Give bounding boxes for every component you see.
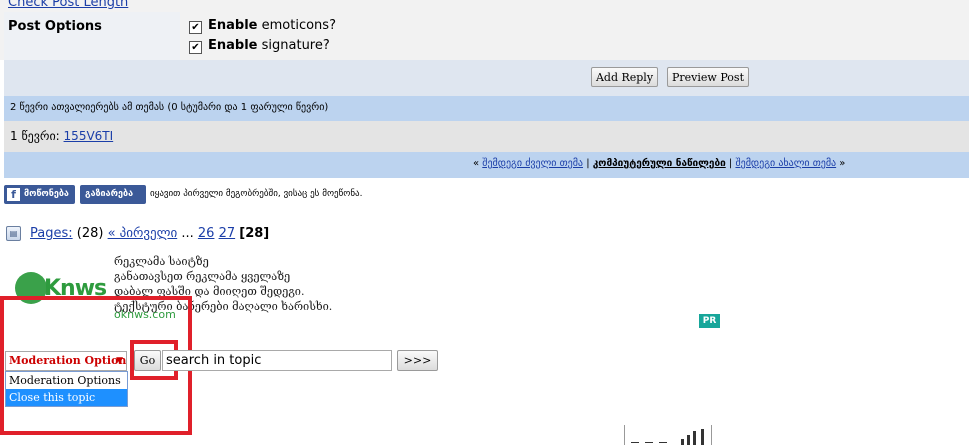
pages-ellipsis: ... xyxy=(181,226,194,241)
nav-sep-1: | xyxy=(583,158,593,169)
nav-close: » xyxy=(836,158,846,169)
facebook-like-text: იყავით პირველი მეგობრებში, ვისაც ეს მოეწ… xyxy=(150,189,363,199)
counter-dash xyxy=(645,442,653,443)
pages-link[interactable]: Pages: xyxy=(30,226,73,241)
readers-text: 2 წევრი ათვალიერებს ამ თემას (0 სტუმარი … xyxy=(10,102,329,113)
check-post-length-link[interactable]: Check Post Length xyxy=(8,0,128,10)
nav-sep-2: | xyxy=(725,158,736,169)
signature-checkbox[interactable]: ✔ xyxy=(189,41,202,54)
counter-bar xyxy=(701,429,704,445)
forum-category-link[interactable]: კომპიუტერული ნაწილები xyxy=(593,158,726,169)
counter-bar xyxy=(687,435,690,445)
members-row xyxy=(4,121,969,152)
enable-emoticons-text: emoticons? xyxy=(257,18,336,33)
enable-emoticons-bold: Enable xyxy=(208,18,258,33)
counter-dash xyxy=(659,442,667,443)
counter-widget[interactable] xyxy=(624,425,712,445)
chevron-down-icon: ▼ xyxy=(116,356,123,366)
moderation-select[interactable]: Moderation Option ▼ xyxy=(5,351,127,371)
add-reply-button[interactable]: Add Reply xyxy=(591,67,658,87)
pagination: Pages: (28) « პირველი ... 26 27 [28] xyxy=(30,226,269,241)
moderation-select-value: Moderation Option xyxy=(9,354,127,367)
prev-topic-link[interactable]: შემდეგი ძველი თემა xyxy=(482,158,583,169)
enable-signature-option[interactable]: ✔ Enable signature? xyxy=(189,38,330,54)
pages-count: (28) xyxy=(76,226,104,241)
first-page-link[interactable]: « პირველი xyxy=(108,226,178,241)
ad-line-1: რეკლამა საიტზე xyxy=(114,255,209,268)
preview-post-button[interactable]: Preview Post xyxy=(667,67,749,87)
pr-badge[interactable]: PR xyxy=(699,314,720,328)
next-topic-link[interactable]: შემდეგი ახალი თემა xyxy=(735,158,836,169)
facebook-like-label: მოწონება xyxy=(24,189,69,199)
facebook-like-button[interactable]: f მოწონება xyxy=(4,185,75,204)
post-options-label: Post Options xyxy=(8,19,102,34)
enable-signature-text: signature? xyxy=(257,38,330,53)
counter-dash xyxy=(631,442,639,443)
moderation-options-item[interactable]: Moderation Options xyxy=(6,372,127,389)
page-27-link[interactable]: 27 xyxy=(219,226,236,241)
members-label: 1 წევრი: xyxy=(10,129,60,143)
current-page: [28] xyxy=(239,226,270,241)
top-row xyxy=(0,0,969,12)
reply-button-row xyxy=(4,60,969,96)
enable-emoticons-option[interactable]: ✔ Enable emoticons? xyxy=(189,18,336,34)
page-26-link[interactable]: 26 xyxy=(198,226,215,241)
facebook-icon: f xyxy=(7,188,20,201)
enable-signature-bold: Enable xyxy=(208,38,258,53)
member-link[interactable]: 155V6TI xyxy=(64,129,114,143)
counter-bar xyxy=(693,431,696,445)
facebook-share-button[interactable]: გაზიარება xyxy=(80,185,146,204)
moderation-dropdown-list: Moderation Options Close this topic xyxy=(5,371,128,407)
moderation-go-button[interactable]: Go xyxy=(134,350,161,371)
search-in-topic-input[interactable]: search in topic xyxy=(162,350,392,371)
members-line: 1 წევრი: 155V6TI xyxy=(10,129,113,143)
pages-icon[interactable]: ▤ xyxy=(6,226,21,241)
search-go-button[interactable]: >>> xyxy=(397,350,438,371)
topic-nav: « შემდეგი ძველი თემა | კომპიუტერული ნაწი… xyxy=(473,158,845,169)
nav-open: « xyxy=(473,158,483,169)
emoticons-checkbox[interactable]: ✔ xyxy=(189,21,202,34)
ad-line-2: განათავსეთ რეკლამა ყველაზე xyxy=(114,270,291,283)
close-topic-item[interactable]: Close this topic xyxy=(6,389,127,406)
counter-bar xyxy=(681,439,684,445)
